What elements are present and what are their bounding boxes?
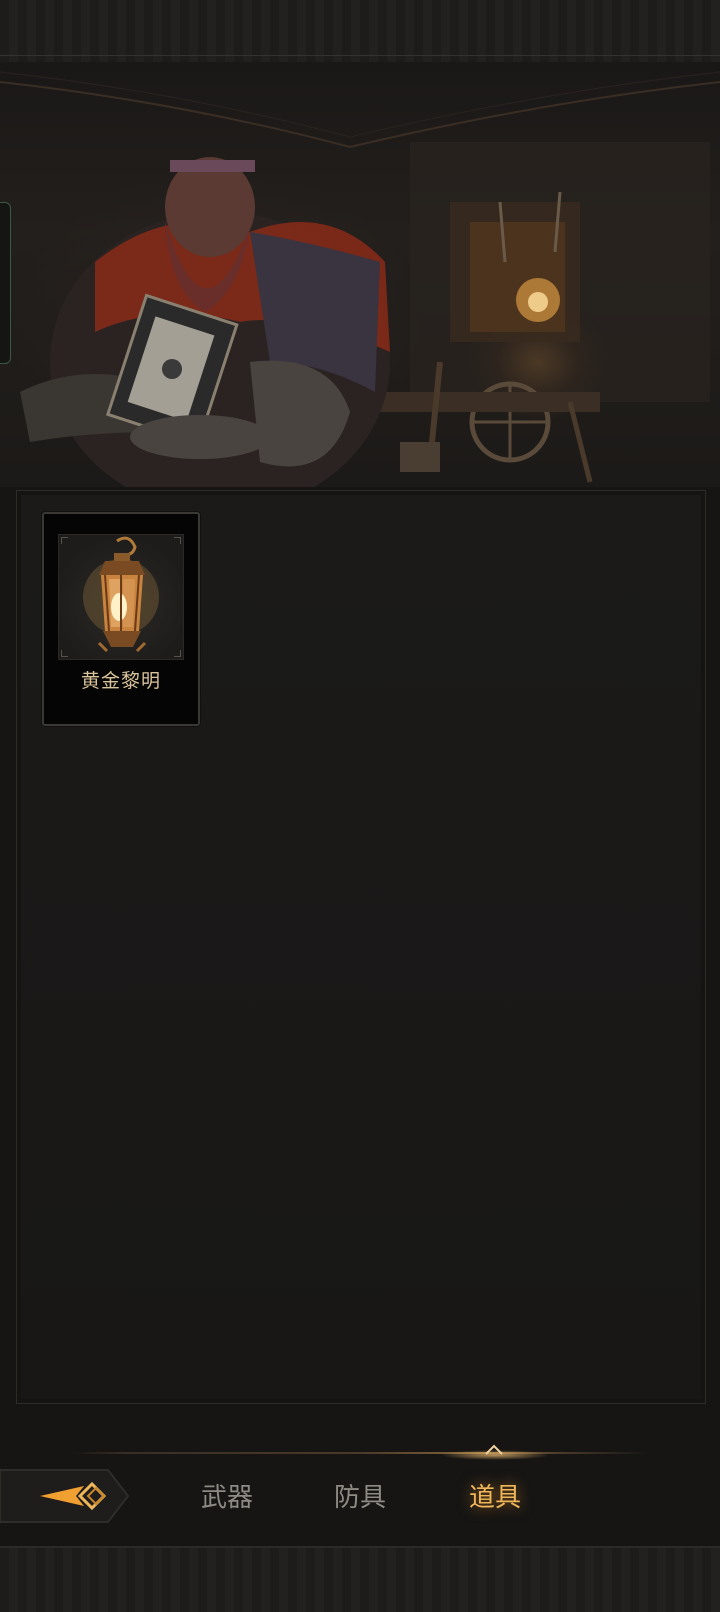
back-arrow-icon bbox=[0, 1469, 130, 1523]
bottom-frame bbox=[0, 1546, 720, 1612]
item-name: 黄金黎明 bbox=[80, 670, 161, 692]
top-frame bbox=[0, 0, 720, 64]
back-button[interactable] bbox=[0, 1466, 132, 1526]
item-card[interactable]: 黄金黎明 bbox=[42, 512, 200, 726]
ornamental-arch bbox=[0, 71, 720, 149]
active-tab-indicator-icon bbox=[485, 1444, 503, 1455]
tab-divider-line bbox=[70, 1452, 650, 1454]
item-slot bbox=[58, 534, 184, 660]
lantern-icon bbox=[83, 536, 159, 653]
tab-items[interactable]: 道具 bbox=[450, 1478, 540, 1518]
tab-weapons[interactable]: 武器 bbox=[182, 1478, 272, 1518]
tab-armor[interactable]: 防具 bbox=[315, 1478, 405, 1518]
side-drawer-tab[interactable] bbox=[0, 202, 11, 364]
